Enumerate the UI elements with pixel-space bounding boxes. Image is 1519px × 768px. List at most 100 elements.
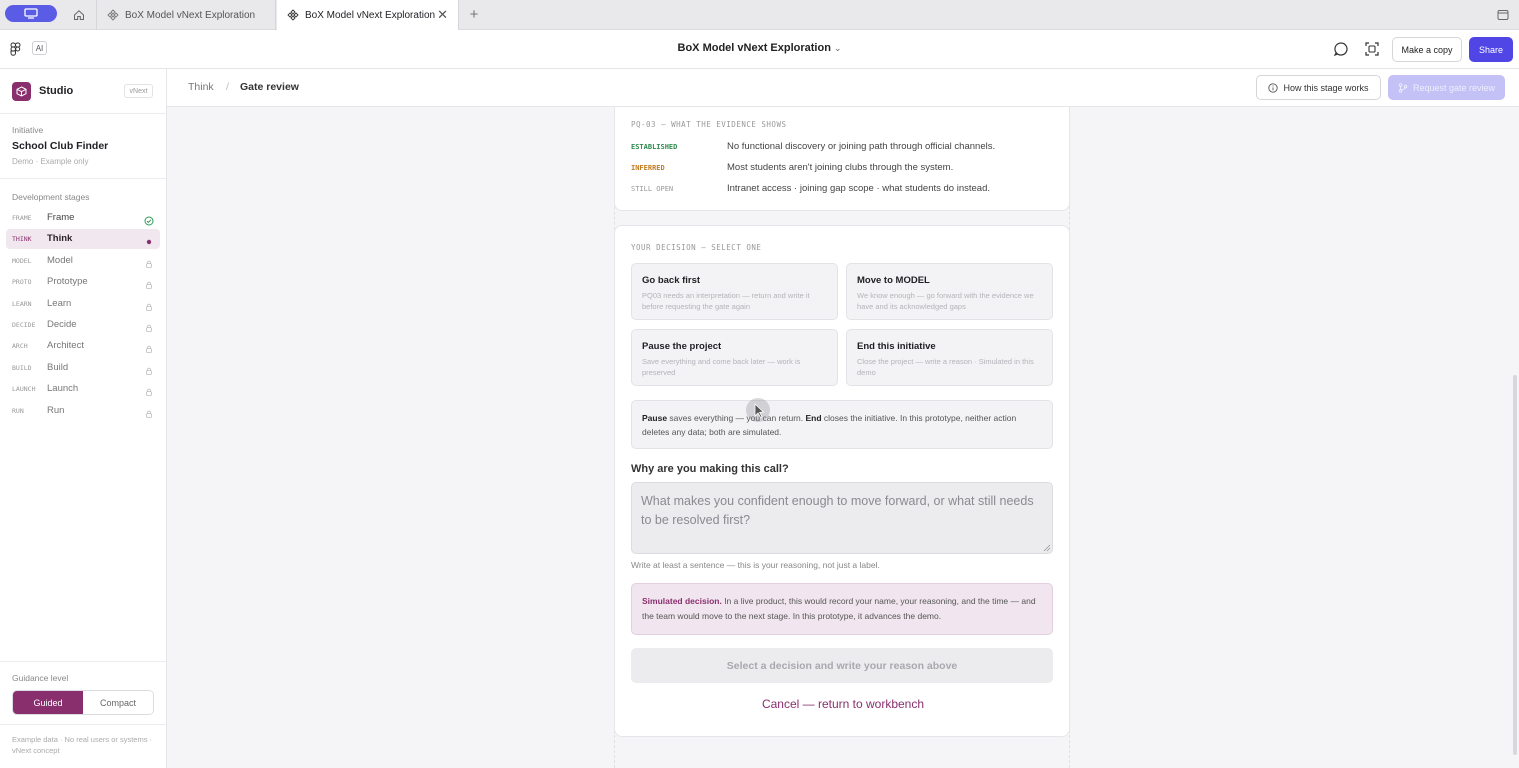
evidence-text: Intranet access · joining gap scope · wh… xyxy=(727,183,990,194)
guided-option[interactable]: Guided xyxy=(13,691,83,714)
compact-option[interactable]: Compact xyxy=(83,691,153,714)
stage-code: ARCH xyxy=(12,342,28,351)
note-mid: saves everything — you can return. xyxy=(667,413,806,423)
lock-icon xyxy=(144,256,154,268)
how-stage-works-button[interactable]: How this stage works xyxy=(1256,75,1381,100)
figma-logo-icon[interactable] xyxy=(10,42,21,61)
option-end-initiative[interactable]: End this initiative Close the project — … xyxy=(846,329,1053,386)
option-pause[interactable]: Pause the project Save everything and co… xyxy=(631,329,838,386)
tab-label: BoX Model vNext Exploration xyxy=(305,9,436,21)
initiative-label: Initiative xyxy=(12,125,44,135)
stage-name: Prototype xyxy=(47,276,88,288)
active-dot-icon xyxy=(144,234,154,245)
info-icon xyxy=(1268,82,1279,93)
sidebar-item-run[interactable]: RUN Run xyxy=(6,401,160,421)
tab-label: BoX Model vNext Exploration xyxy=(125,9,256,21)
chevron-down-icon[interactable]: ⌄ xyxy=(834,43,842,53)
initiative-name: School Club Finder xyxy=(12,140,109,152)
breadcrumb-parent[interactable]: Think xyxy=(188,81,214,93)
submit-decision-button[interactable]: Select a decision and write your reason … xyxy=(631,648,1053,683)
request-gate-review-label: Request gate review xyxy=(1412,82,1496,93)
stage-code: PROTO xyxy=(12,278,32,287)
evidence-header: PQ-03 — WHAT THE EVIDENCE SHOWS xyxy=(631,120,787,129)
sidebar-item-decide[interactable]: DECIDE Decide xyxy=(6,315,160,335)
breadcrumb-separator: / xyxy=(226,81,229,93)
evidence-tag: ESTABLISHED xyxy=(631,143,678,151)
app-switcher-button[interactable] xyxy=(5,5,57,22)
stage-name: Launch xyxy=(47,383,79,395)
option-description: We know enough — go forward with the evi… xyxy=(857,291,1034,311)
make-copy-button[interactable]: Make a copy xyxy=(1392,37,1462,62)
cancel-link-text[interactable]: Cancel — return to workbench xyxy=(762,697,924,711)
note-end: End xyxy=(805,413,822,423)
sidebar-item-launch[interactable]: LAUNCH Launch xyxy=(6,379,160,399)
reason-textarea[interactable] xyxy=(631,482,1053,554)
evidence-card: PQ-03 — WHAT THE EVIDENCE SHOWS ESTABLIS… xyxy=(614,107,1070,211)
evidence-row: INFERRED Most students aren't joining cl… xyxy=(631,162,1061,176)
breadcrumb-bar: Think / Gate review How this stage works… xyxy=(167,69,1519,107)
comment-icon[interactable] xyxy=(1333,41,1349,57)
browser-tab[interactable]: BoX Model vNext Exploration xyxy=(96,0,276,30)
studio-title: Studio xyxy=(39,85,74,97)
browser-tab-active[interactable]: BoX Model vNext Exploration ✕ xyxy=(277,0,459,30)
option-move-to-model[interactable]: Move to MODEL We know enough — go forwar… xyxy=(846,263,1053,320)
breadcrumb-current: Gate review xyxy=(240,81,299,93)
decision-card: YOUR DECISION — SELECT ONE Go back first… xyxy=(614,225,1070,737)
option-title: End this initiative xyxy=(857,341,936,352)
resize-handle-icon[interactable] xyxy=(1043,544,1051,552)
branch-icon xyxy=(1398,82,1408,93)
sidebar-item-build[interactable]: BUILD Build xyxy=(6,358,160,378)
check-circle-icon xyxy=(144,213,154,226)
lock-icon xyxy=(144,341,154,354)
window-panel-icon[interactable] xyxy=(1497,8,1509,26)
sidebar: Studio vNext Initiative School Club Find… xyxy=(0,69,167,768)
evidence-tag: STILL OPEN xyxy=(631,185,674,193)
browser-tab-bar: BoX Model vNext Exploration BoX Model vN… xyxy=(0,0,1519,30)
sidebar-item-learn[interactable]: LEARN Learn xyxy=(6,294,160,314)
sidebar-item-think[interactable]: THINK Think xyxy=(6,229,160,250)
sim-title: Simulated decision. xyxy=(642,596,722,606)
close-tab-icon[interactable]: ✕ xyxy=(437,8,448,21)
main-content: PQ-03 — WHAT THE EVIDENCE SHOWS ESTABLIS… xyxy=(167,107,1519,768)
lock-icon xyxy=(144,320,154,332)
guidance-toggle: Guided Compact xyxy=(12,690,154,715)
initiative-subtitle: Demo · Example only xyxy=(12,157,89,166)
sidebar-item-prototype[interactable]: PROTO Prototype xyxy=(6,272,160,292)
option-title: Go back first xyxy=(642,275,701,286)
sidebar-item-frame[interactable]: FRAME Frame xyxy=(6,208,160,228)
stage-name: Frame xyxy=(47,212,75,223)
how-stage-works-label: How this stage works xyxy=(1283,82,1369,93)
stage-name: Decide xyxy=(47,319,77,330)
monitor-icon xyxy=(24,8,38,19)
document-title-text[interactable]: BoX Model vNext Exploration xyxy=(678,42,831,54)
option-description: Save everything and come back later — wo… xyxy=(642,357,801,377)
home-button[interactable] xyxy=(66,5,92,25)
option-title: Pause the project xyxy=(642,341,722,352)
request-gate-review-button[interactable]: Request gate review xyxy=(1388,75,1505,100)
stage-code: DECIDE xyxy=(12,321,36,329)
evidence-row: STILL OPEN Intranet access · joining gap… xyxy=(631,183,1061,197)
share-button[interactable]: Share xyxy=(1469,37,1513,62)
mouse-cursor-icon xyxy=(746,398,770,422)
version-badge: vNext xyxy=(124,84,153,98)
sidebar-item-model[interactable]: MODEL Model xyxy=(6,251,160,271)
new-tab-button[interactable]: + xyxy=(466,5,482,25)
present-icon[interactable] xyxy=(1364,41,1380,57)
lock-icon xyxy=(144,406,154,418)
sidebar-item-architect[interactable]: ARCH Architect xyxy=(6,336,160,356)
lock-icon xyxy=(144,277,154,289)
reason-helper-text: Write at least a sentence — this is your… xyxy=(631,560,880,570)
ai-badge[interactable]: AI xyxy=(32,41,47,55)
figma-component-icon xyxy=(107,9,119,21)
cancel-link: Cancel — return to workbench xyxy=(615,697,1071,711)
home-icon xyxy=(74,10,84,20)
guidance-label: Guidance level xyxy=(12,673,69,683)
scrollbar-thumb[interactable] xyxy=(1513,375,1517,755)
cube-icon xyxy=(12,82,31,101)
stage-code: LAUNCH xyxy=(12,385,36,394)
app-header: AI BoX Model vNext Exploration ⌄ Make a c… xyxy=(0,30,1519,69)
stage-code: BUILD xyxy=(12,363,32,372)
option-go-back[interactable]: Go back first PQ03 needs an interpretati… xyxy=(631,263,838,320)
lock-icon xyxy=(144,384,154,396)
divider xyxy=(0,178,166,179)
